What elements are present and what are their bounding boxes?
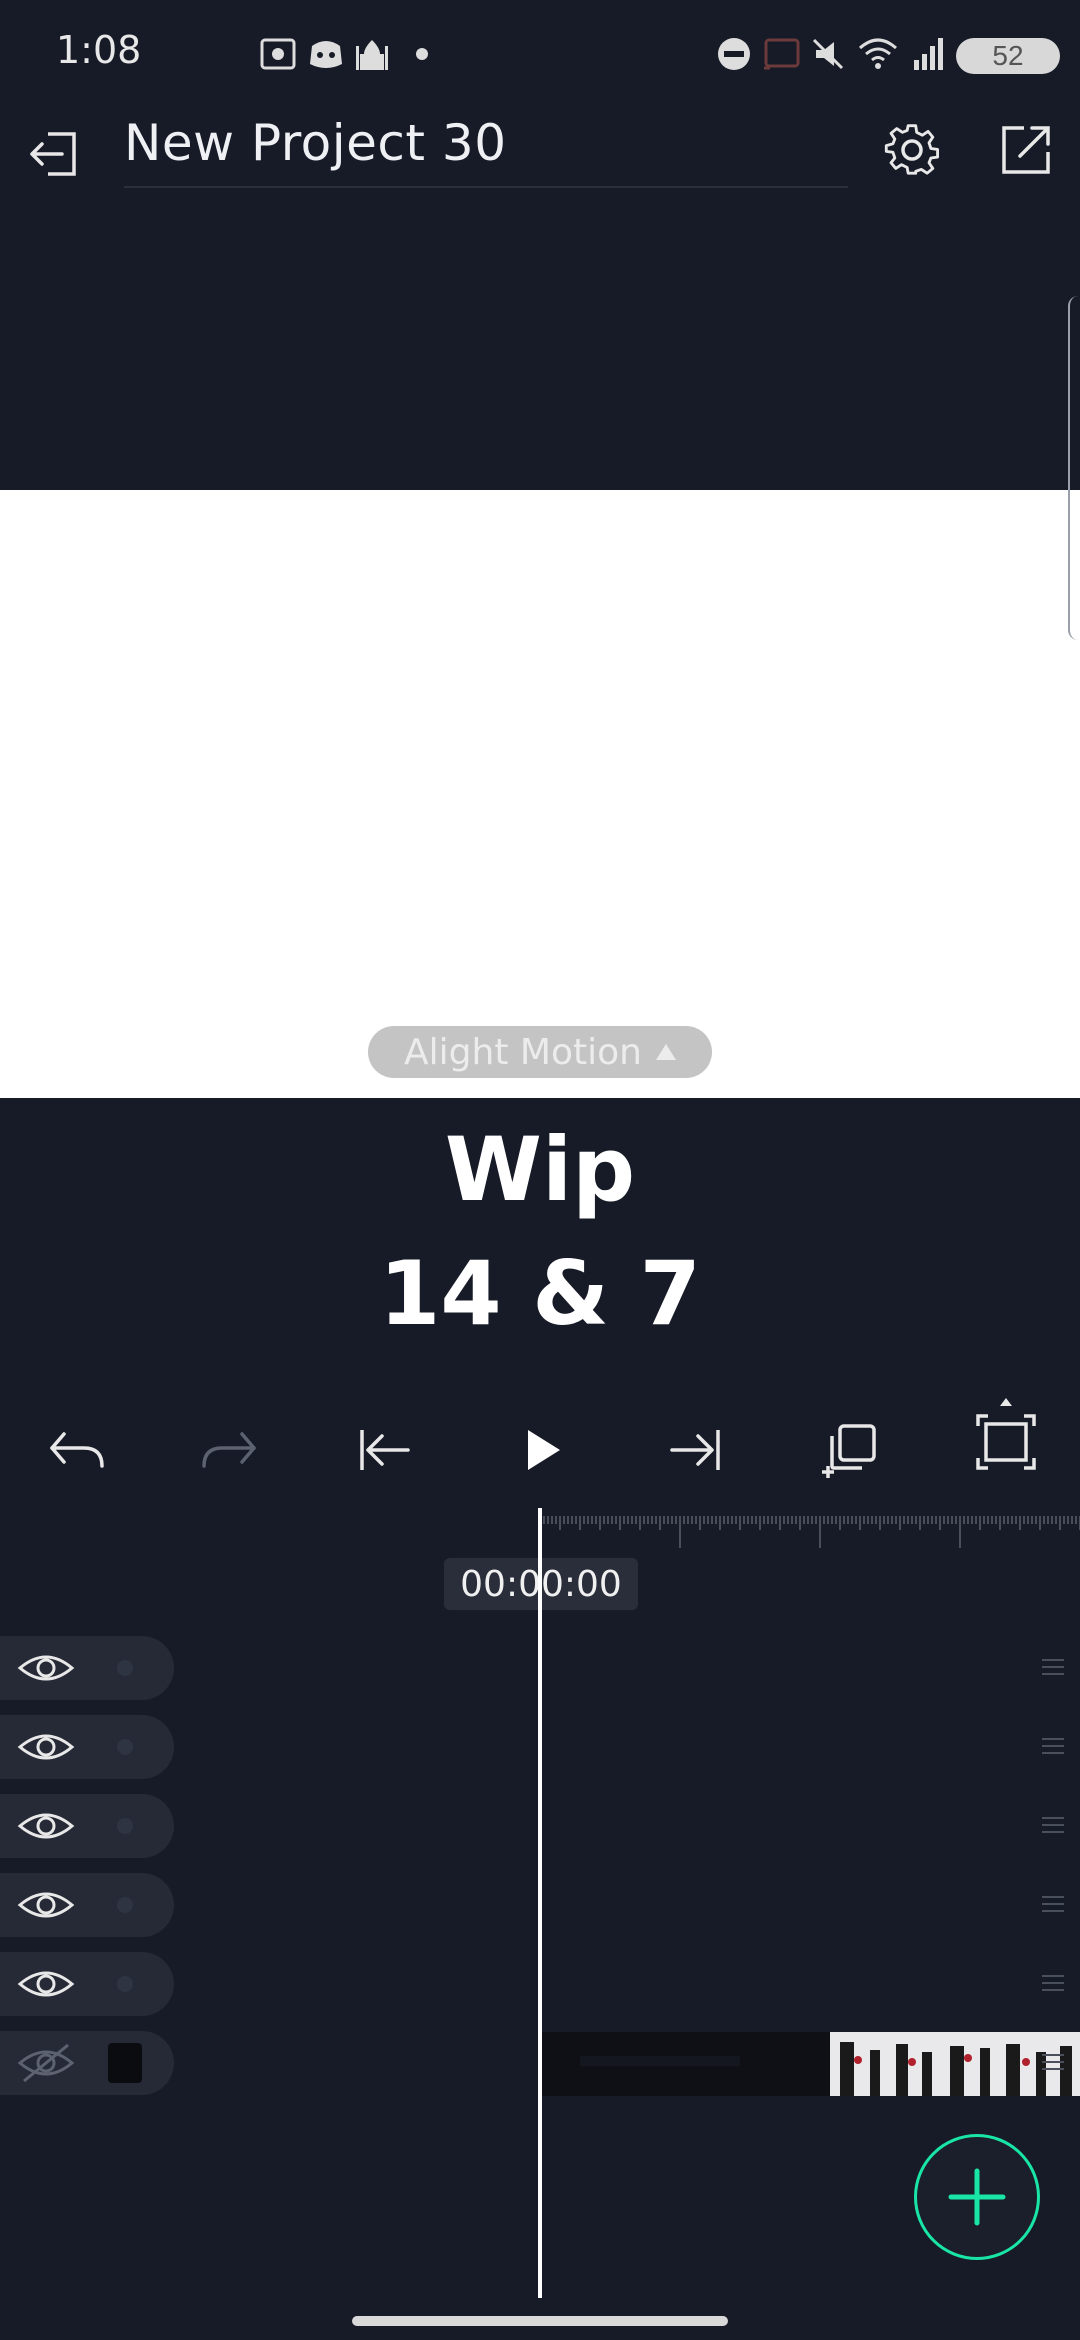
- alight-motion-watermark[interactable]: Alight Motion: [368, 1026, 712, 1078]
- playhead[interactable]: [538, 1508, 542, 2298]
- layer-thumbnail: [108, 2043, 142, 2083]
- mute-icon: [812, 38, 844, 70]
- video-clip-bar[interactable]: [540, 2032, 1080, 2096]
- undo-icon[interactable]: [44, 1418, 108, 1482]
- eye-icon[interactable]: [16, 1883, 76, 1927]
- layer-row[interactable]: [0, 1715, 174, 1779]
- gear-icon[interactable]: [882, 120, 942, 180]
- skip-to-start-icon[interactable]: [352, 1418, 416, 1482]
- layer-thumbnail: [117, 1739, 133, 1755]
- side-scroll-handle[interactable]: [1068, 296, 1080, 640]
- play-icon[interactable]: [510, 1418, 574, 1482]
- screen-record-icon: [260, 38, 296, 70]
- duplicate-icon[interactable]: [818, 1418, 882, 1482]
- eye-icon[interactable]: [16, 1646, 76, 1690]
- project-title[interactable]: New Project 30: [124, 114, 507, 172]
- mosque-icon: [356, 40, 388, 70]
- drag-handle-icon[interactable]: [1040, 1814, 1066, 1836]
- timeline-ruler[interactable]: [540, 1508, 1080, 1558]
- discord-icon: [310, 41, 342, 68]
- layer-thumbnail: [117, 1818, 133, 1834]
- battery-icon: 52: [956, 38, 1060, 74]
- plus-icon: [948, 2168, 1006, 2226]
- canvas-text-line-2: 14 & 7: [379, 1242, 701, 1345]
- signal-icon: [914, 38, 943, 70]
- home-indicator[interactable]: [352, 2316, 728, 2326]
- add-layer-button[interactable]: [914, 2134, 1040, 2260]
- layer-thumbnail: [117, 1660, 133, 1676]
- layer-row[interactable]: [0, 1952, 174, 2016]
- eye-icon[interactable]: [16, 1804, 76, 1848]
- layer-thumbnail: [117, 1976, 133, 1992]
- redo-icon[interactable]: [198, 1418, 262, 1482]
- do-not-disturb-icon: [718, 38, 750, 70]
- layer-thumbnail: [117, 1897, 133, 1913]
- cast-icon: [764, 38, 800, 70]
- skip-to-end-icon[interactable]: [664, 1418, 728, 1482]
- layer-row[interactable]: [0, 1636, 174, 1700]
- watermark-label: Alight Motion: [404, 1031, 642, 1073]
- dot-icon: [416, 48, 428, 60]
- drag-handle-icon[interactable]: [1040, 1735, 1066, 1757]
- canvas-preview[interactable]: [0, 490, 1080, 1098]
- wifi-icon: [859, 38, 897, 69]
- eye-icon[interactable]: [16, 1962, 76, 2006]
- drag-handle-icon[interactable]: [1040, 1893, 1066, 1915]
- title-underline: [124, 186, 848, 188]
- drag-handle-icon[interactable]: [1040, 1656, 1066, 1678]
- share-export-icon[interactable]: [996, 120, 1056, 180]
- drag-handle-icon[interactable]: [1040, 1972, 1066, 1994]
- status-time: 1:08: [56, 28, 142, 72]
- exit-icon[interactable]: [26, 124, 86, 184]
- battery-level: 52: [992, 40, 1024, 71]
- chevron-up-icon: [655, 1044, 676, 1060]
- clip-thumbnail-strip: [580, 2032, 1080, 2096]
- drag-handle-icon[interactable]: [1040, 2051, 1066, 2073]
- eye-off-icon[interactable]: [16, 2041, 76, 2085]
- canvas-text-line-1: Wip: [444, 1118, 636, 1221]
- eye-icon[interactable]: [16, 1725, 76, 1769]
- layer-row[interactable]: [0, 1794, 174, 1858]
- canvas-top-area: [0, 210, 1080, 490]
- fullscreen-icon[interactable]: [972, 1396, 1040, 1488]
- layer-row[interactable]: [0, 2031, 174, 2095]
- layer-row[interactable]: [0, 1873, 174, 1937]
